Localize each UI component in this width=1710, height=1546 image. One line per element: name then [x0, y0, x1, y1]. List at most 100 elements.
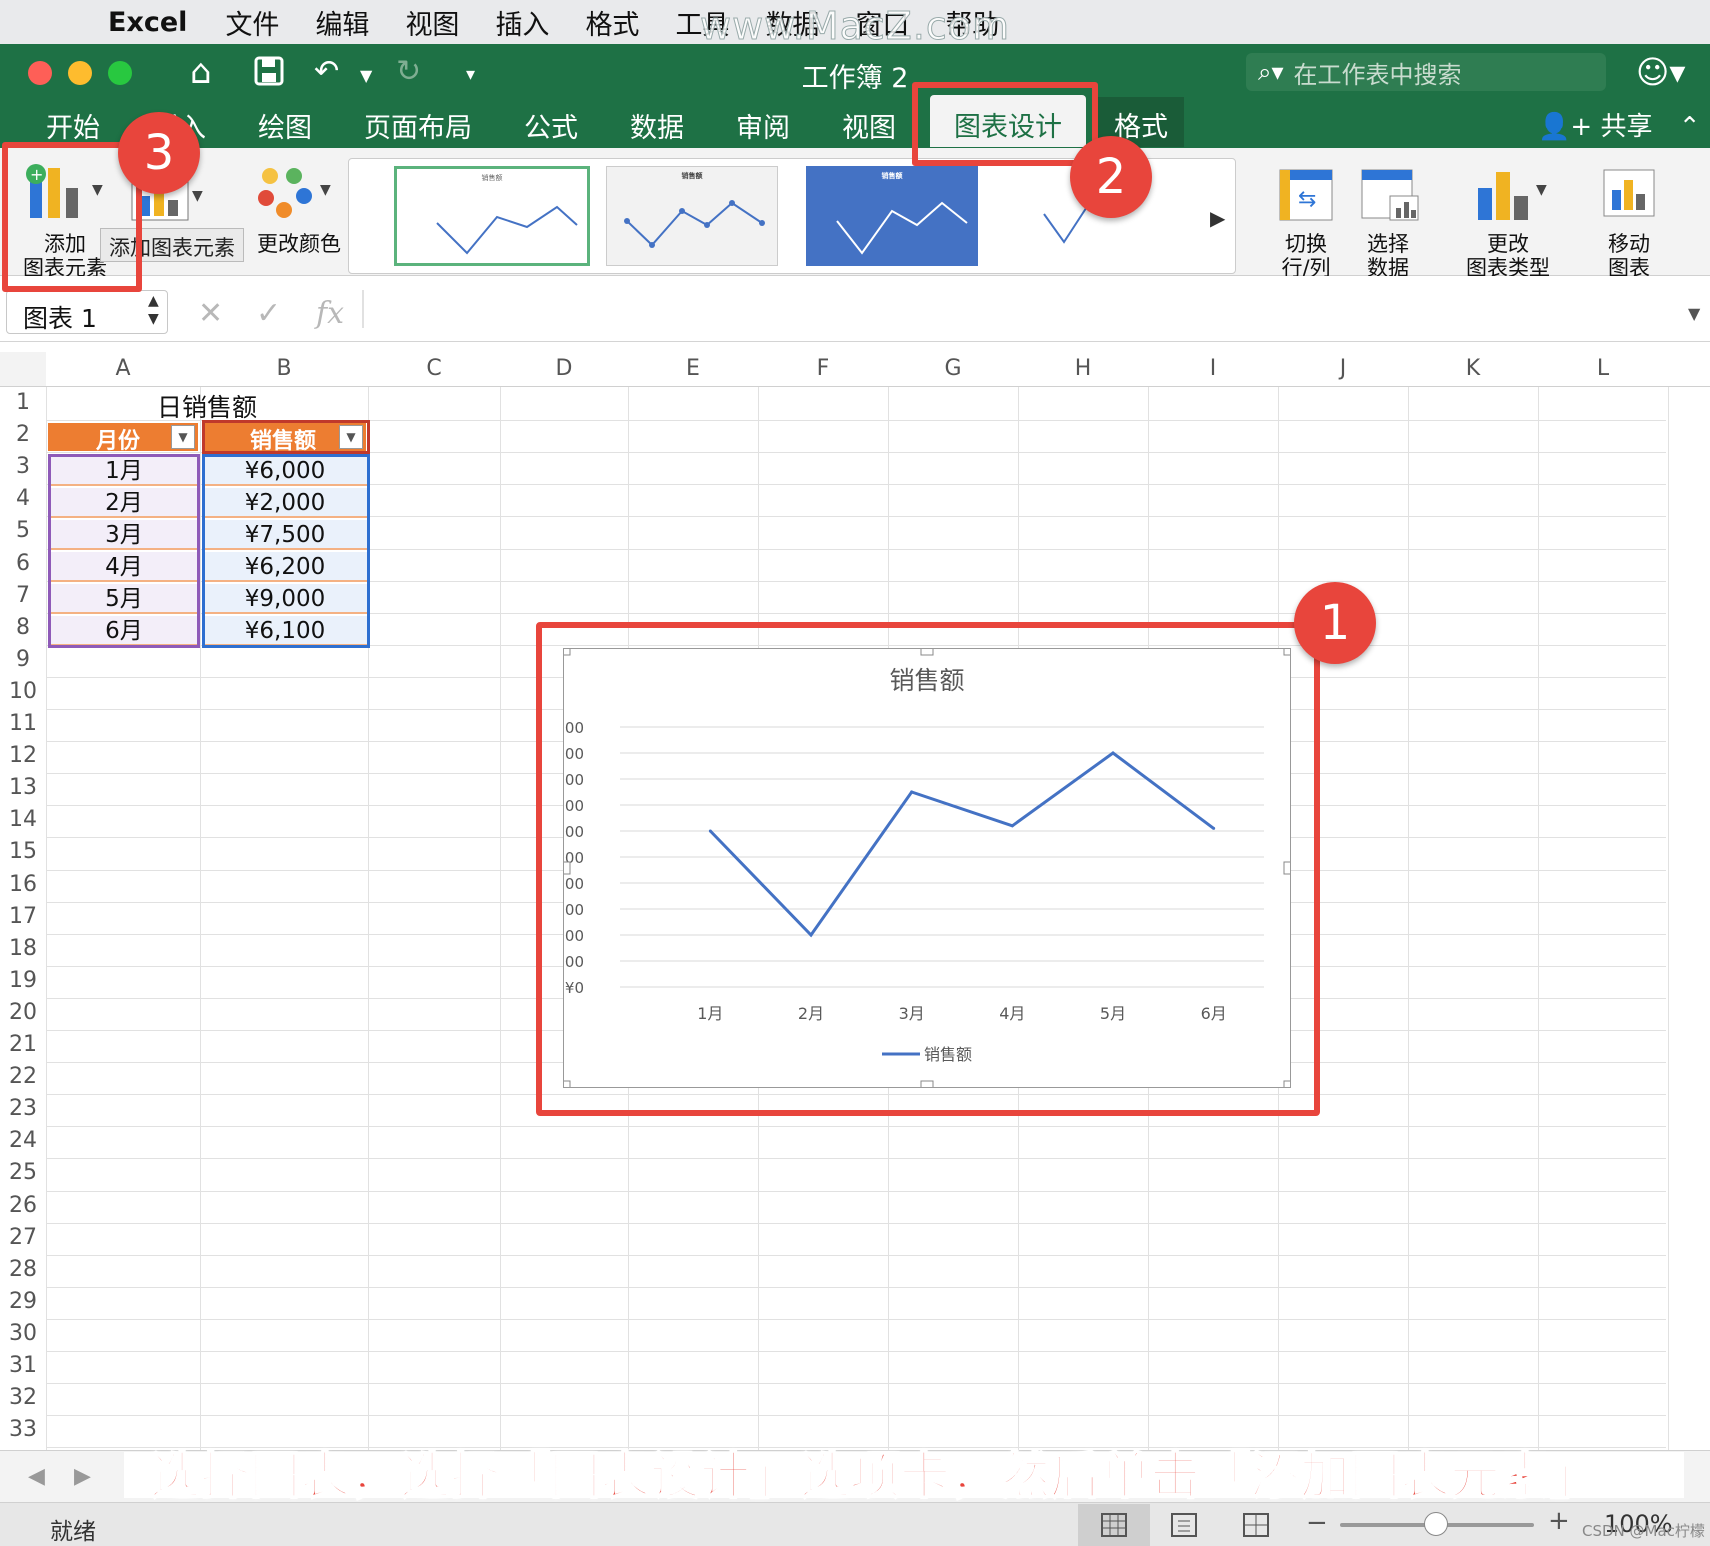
row-header-22[interactable]: 22 [0, 1064, 46, 1096]
switch-row-column-label[interactable]: 切换 行/列 [1270, 232, 1342, 280]
row-header-32[interactable]: 32 [0, 1385, 46, 1417]
formula-input[interactable] [368, 284, 1668, 334]
row-header-24[interactable]: 24 [0, 1128, 46, 1160]
row-header-6[interactable]: 6 [0, 551, 46, 583]
row-header-17[interactable]: 17 [0, 904, 46, 936]
gallery-next-icon[interactable]: ▶ [1210, 206, 1225, 230]
chart-style-1[interactable]: 销售额 [394, 166, 590, 266]
row-header-16[interactable]: 16 [0, 872, 46, 904]
change-colors-icon[interactable]: ▼ [256, 164, 336, 224]
select-data-label[interactable]: 选择 数据 [1352, 232, 1424, 280]
row-header-11[interactable]: 11 [0, 711, 46, 743]
column-header-i[interactable]: I [1148, 352, 1278, 386]
name-box-stepper-icon[interactable]: ▲ ▼ [148, 292, 159, 328]
header-cell-month[interactable]: 月份 ▼ [48, 423, 198, 454]
row-header-30[interactable]: 30 [0, 1321, 46, 1353]
tab-draw[interactable]: 绘图 [258, 106, 312, 145]
expand-formula-icon[interactable]: ▼ [1688, 304, 1700, 323]
y-tick-label: ¥2,000 [564, 927, 584, 945]
name-box[interactable]: 图表 1 [6, 290, 168, 334]
menu-view[interactable]: 视图 [405, 3, 459, 42]
row-header-29[interactable]: 29 [0, 1289, 46, 1321]
row-header-9[interactable]: 9 [0, 647, 46, 679]
row-header-26[interactable]: 26 [0, 1193, 46, 1225]
column-header-a[interactable]: A [46, 352, 200, 386]
table-title[interactable]: 日销售额 [46, 388, 368, 422]
row-header-3[interactable]: 3 [0, 454, 46, 486]
row-header-2[interactable]: 2 [0, 422, 46, 454]
column-header-g[interactable]: G [888, 352, 1018, 386]
smiley-feedback-icon[interactable]: ☺▾ [1636, 53, 1685, 91]
column-header-d[interactable]: D [500, 352, 628, 386]
menu-insert[interactable]: 插入 [495, 3, 549, 42]
row-header-7[interactable]: 7 [0, 583, 46, 615]
row-header-5[interactable]: 5 [0, 518, 46, 550]
resize-handle [564, 861, 571, 875]
chart-style-3[interactable]: 销售额 [806, 166, 978, 266]
row-header-31[interactable]: 31 [0, 1353, 46, 1385]
page-break-view-icon[interactable] [1242, 1512, 1272, 1540]
tab-review[interactable]: 审阅 [736, 106, 790, 145]
row-header-33[interactable]: 33 [0, 1417, 46, 1449]
change-chart-type-icon[interactable]: ▼ [1474, 168, 1554, 222]
row-header-18[interactable]: 18 [0, 936, 46, 968]
row-header-19[interactable]: 19 [0, 968, 46, 1000]
column-header-l[interactable]: L [1538, 352, 1668, 386]
row-header-12[interactable]: 12 [0, 743, 46, 775]
select-all-corner[interactable] [0, 352, 46, 386]
scroll-right-icon[interactable]: ▶ [74, 1464, 91, 1489]
page-layout-view-icon[interactable] [1170, 1512, 1200, 1540]
column-header-h[interactable]: H [1018, 352, 1148, 386]
menu-format[interactable]: 格式 [585, 3, 639, 42]
row-header-21[interactable]: 21 [0, 1032, 46, 1064]
move-chart-label[interactable]: 移动 图表 [1590, 232, 1668, 280]
tab-home[interactable]: 开始 [46, 106, 100, 145]
row-header-15[interactable]: 15 [0, 839, 46, 871]
change-colors-label[interactable]: 更改颜色 [254, 232, 344, 256]
row-header-28[interactable]: 28 [0, 1257, 46, 1289]
function-fx-icon[interactable]: fx [316, 296, 344, 331]
search-input[interactable]: ⌕▾ 在工作表中搜索 [1246, 53, 1606, 91]
zoom-out-icon[interactable]: − [1306, 1508, 1328, 1538]
tab-data[interactable]: 数据 [630, 106, 684, 145]
row-header-14[interactable]: 14 [0, 807, 46, 839]
row-header-27[interactable]: 27 [0, 1225, 46, 1257]
filter-dropdown-icon[interactable]: ▼ [171, 425, 195, 449]
collapse-ribbon-icon[interactable]: ⌃ [1679, 112, 1701, 142]
scroll-left-icon[interactable]: ◀ [28, 1464, 45, 1489]
normal-view-button[interactable] [1078, 1504, 1150, 1546]
column-header-j[interactable]: J [1278, 352, 1408, 386]
column-header-f[interactable]: F [758, 352, 888, 386]
column-header-k[interactable]: K [1408, 352, 1538, 386]
zoom-in-icon[interactable]: + [1548, 1506, 1570, 1536]
column-header-b[interactable]: B [200, 352, 368, 386]
tab-view[interactable]: 视图 [842, 106, 896, 145]
menu-app-name[interactable]: Excel [108, 7, 187, 38]
tab-page-layout[interactable]: 页面布局 [364, 106, 472, 145]
row-header-10[interactable]: 10 [0, 679, 46, 711]
move-chart-icon[interactable] [1600, 166, 1658, 222]
zoom-slider-thumb[interactable] [1424, 1512, 1448, 1536]
grid-line [46, 1222, 1666, 1224]
switch-row-column-icon[interactable]: ⇆ [1278, 168, 1334, 222]
column-header-c[interactable]: C [368, 352, 500, 386]
change-chart-type-label[interactable]: 更改 图表类型 [1456, 232, 1560, 280]
select-data-icon[interactable] [1360, 168, 1420, 222]
grid-line [46, 1126, 1666, 1128]
grid-line [46, 1415, 1666, 1417]
chart-style-2[interactable]: 销售额 [606, 166, 778, 266]
tab-formulas[interactable]: 公式 [524, 106, 578, 145]
row-header-4[interactable]: 4 [0, 486, 46, 518]
row-header-25[interactable]: 25 [0, 1160, 46, 1192]
row-header-20[interactable]: 20 [0, 1000, 46, 1032]
menu-edit[interactable]: 编辑 [315, 3, 369, 42]
search-placeholder: 在工作表中搜索 [1293, 60, 1462, 89]
row-header-13[interactable]: 13 [0, 775, 46, 807]
column-header-e[interactable]: E [628, 352, 758, 386]
menu-file[interactable]: 文件 [225, 3, 279, 42]
share-button[interactable]: 👤+ 共享 ⌃ [1538, 106, 1701, 143]
row-header-1[interactable]: 1 [0, 390, 46, 422]
row-header-23[interactable]: 23 [0, 1096, 46, 1128]
row-header-8[interactable]: 8 [0, 615, 46, 647]
line-chart[interactable]: 销售额¥0¥1,000¥2,000¥3,000¥4,000¥5,000¥6,00… [564, 649, 1290, 1087]
